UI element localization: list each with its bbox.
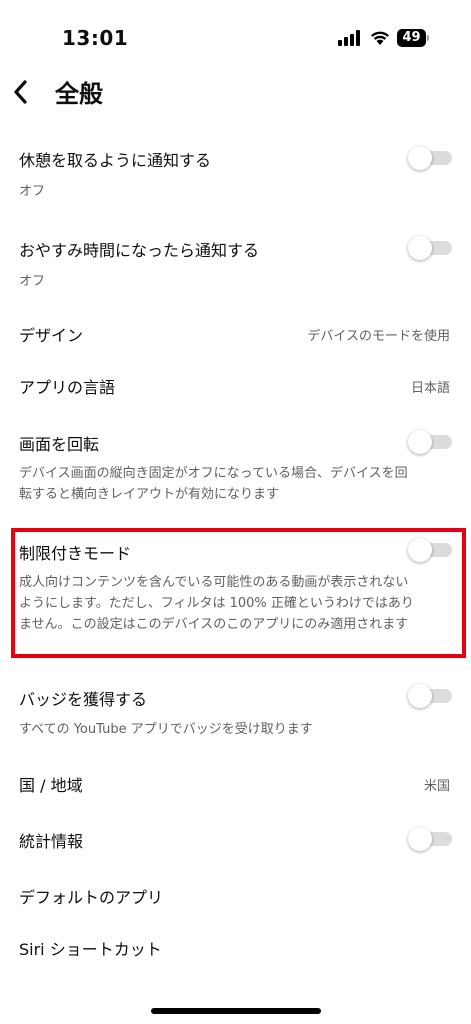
setting-label: 統計情報 <box>19 832 84 851</box>
cellular-signal-icon <box>338 30 362 46</box>
setting-label: 国 / 地域 <box>19 776 83 795</box>
setting-description: すべての YouTube アプリでバッジを受け取ります <box>19 722 313 737</box>
setting-description: オフ <box>19 274 46 289</box>
setting-value: 日本語 <box>410 381 450 396</box>
setting-restricted-mode[interactable]: 制限付きモード 成人向けコンテンツを含んでいる可能性のある動画が表示されないよう… <box>0 530 471 654</box>
setting-design[interactable]: デザイン デバイスのモードを使用 <box>0 312 471 352</box>
status-bar: 13:01 49 <box>0 0 471 78</box>
setting-description: 成人向けコンテンツを含んでいる可能性のある動画が表示されないようにします。ただし… <box>19 575 414 632</box>
chevron-left-icon <box>14 80 27 104</box>
stats-toggle[interactable] <box>408 827 452 851</box>
header: 全般 <box>0 70 471 114</box>
back-button[interactable] <box>6 74 34 110</box>
bedtime-reminder-toggle[interactable] <box>408 236 452 260</box>
setting-label: おやすみ時間になったら通知する <box>19 241 260 260</box>
setting-siri-shortcuts[interactable]: Siri ショートカット <box>0 926 471 966</box>
setting-label: 制限付きモード <box>19 544 132 563</box>
setting-stats[interactable]: 統計情報 <box>0 818 471 858</box>
break-reminder-toggle[interactable] <box>408 146 452 170</box>
setting-label: アプリの言語 <box>19 378 116 397</box>
wifi-icon <box>369 28 391 50</box>
setting-default-apps[interactable]: デフォルトのアプリ <box>0 874 471 914</box>
setting-label: デザイン <box>19 326 84 345</box>
battery-icon: 49 <box>397 29 429 47</box>
setting-break-reminder[interactable]: 休憩を取るように通知する オフ <box>0 138 471 208</box>
setting-rotate-screen[interactable]: 画面を回転 デバイス画面の縦向き固定がオフになっている場合、デバイスを回転すると… <box>0 422 471 512</box>
earn-badges-toggle[interactable] <box>408 684 452 708</box>
setting-description: オフ <box>19 184 46 199</box>
setting-value: デバイスのモードを使用 <box>307 329 450 344</box>
setting-label: 休憩を取るように通知する <box>19 151 212 170</box>
restricted-mode-toggle[interactable] <box>408 538 452 562</box>
rotate-screen-toggle[interactable] <box>408 430 452 454</box>
setting-app-language[interactable]: アプリの言語 日本語 <box>0 364 471 404</box>
setting-value: 米国 <box>423 779 450 794</box>
setting-bedtime-reminder[interactable]: おやすみ時間になったら通知する オフ <box>0 228 471 298</box>
setting-country-region[interactable]: 国 / 地域 米国 <box>0 762 471 802</box>
setting-label: バッジを獲得する <box>19 690 148 709</box>
setting-label: デフォルトのアプリ <box>19 888 164 907</box>
setting-label: Siri ショートカット <box>19 940 162 959</box>
status-time: 13:01 <box>62 26 129 50</box>
setting-label: 画面を回転 <box>19 435 100 454</box>
setting-earn-badges[interactable]: バッジを獲得する すべての YouTube アプリでバッジを受け取ります <box>0 676 471 746</box>
setting-description: デバイス画面の縦向き固定がオフになっている場合、デバイスを回転すると横向きレイア… <box>19 466 408 502</box>
page-title: 全般 <box>55 80 103 108</box>
battery-level: 49 <box>402 30 421 45</box>
home-indicator[interactable] <box>151 1008 321 1014</box>
